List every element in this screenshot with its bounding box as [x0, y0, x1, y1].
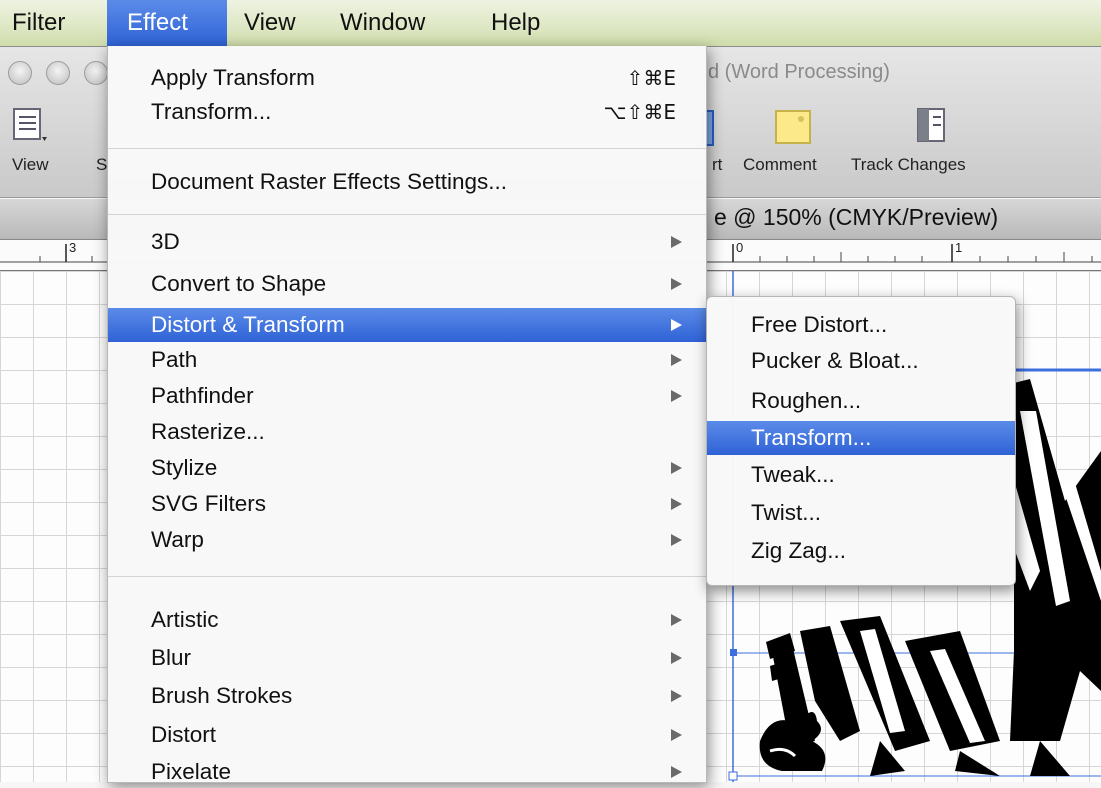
submenu-item-label: Zig Zag...: [751, 538, 847, 563]
menu-item-rasterize[interactable]: Rasterize...: [108, 416, 706, 448]
track-changes-icon[interactable]: [916, 107, 950, 147]
menu-item-shortcut: ⌥⇧⌘E: [603, 100, 676, 124]
menu-item-apply-transform[interactable]: Apply Transform ⇧⌘E: [108, 62, 706, 94]
menu-item-label: Distort: [151, 722, 217, 747]
menu-filter[interactable]: Filter: [0, 0, 77, 46]
menu-item-label: Pixelate: [151, 759, 232, 784]
comment-icon[interactable]: [774, 109, 814, 147]
toolbar-label-track-changes: Track Changes: [851, 155, 966, 174]
menu-item-convert-to-shape[interactable]: Convert to Shape: [108, 268, 706, 300]
menu-item-shortcut: ⇧⌘E: [626, 66, 676, 90]
menu-item-label: Transform...: [151, 99, 272, 124]
menu-help[interactable]: Help: [479, 0, 552, 46]
submenu-arrow-icon: [671, 766, 682, 778]
menu-item-label: Stylize: [151, 455, 218, 480]
ruler-number: 1: [955, 240, 963, 255]
document-tab-title: e @ 150% (CMYK/Preview): [714, 204, 999, 230]
zoom-window-button[interactable]: [84, 61, 108, 85]
ruler-number: 3: [69, 240, 77, 255]
ruler-number: 0: [736, 240, 744, 255]
minimize-window-button[interactable]: [46, 61, 70, 85]
menu-item-label: Rasterize...: [151, 419, 265, 444]
submenu-item-zig-zag[interactable]: Zig Zag...: [707, 535, 1015, 567]
menu-item-blur[interactable]: Blur: [108, 642, 706, 674]
submenu-item-pucker-and-bloat[interactable]: Pucker & Bloat...: [707, 345, 1015, 377]
menu-item-document-raster-effects-settings[interactable]: Document Raster Effects Settings...: [108, 166, 706, 198]
window-title: d (Word Processing): [708, 61, 890, 83]
menu-item-label: Document Raster Effects Settings...: [151, 169, 507, 194]
menu-view[interactable]: View: [232, 0, 308, 46]
menu-effect[interactable]: Effect: [107, 0, 227, 46]
submenu-item-roughen[interactable]: Roughen...: [707, 385, 1015, 417]
menu-item-brush-strokes[interactable]: Brush Strokes: [108, 680, 706, 712]
menu-item-artistic[interactable]: Artistic: [108, 604, 706, 636]
menu-window[interactable]: Window: [328, 0, 437, 46]
menu-item-label: Pathfinder: [151, 383, 254, 408]
submenu-arrow-icon: [671, 614, 682, 626]
menu-item-label: SVG Filters: [151, 491, 267, 516]
submenu-arrow-icon: [671, 534, 682, 546]
submenu-item-label: Twist...: [751, 500, 822, 525]
submenu-arrow-icon: [671, 354, 682, 366]
submenu-item-tweak[interactable]: Tweak...: [707, 459, 1015, 491]
submenu-arrow-icon: [671, 498, 682, 510]
submenu-arrow-icon: [671, 319, 682, 331]
menu-item-distort-and-transform[interactable]: Distort & Transform: [108, 308, 706, 342]
menu-item-svg-filters[interactable]: SVG Filters: [108, 488, 706, 520]
menu-item-label: Path: [151, 347, 198, 372]
submenu-item-twist[interactable]: Twist...: [707, 497, 1015, 529]
submenu-item-transform[interactable]: Transform...: [707, 421, 1015, 455]
submenu-arrow-icon: [671, 462, 682, 474]
menu-item-label: Apply Transform: [151, 65, 315, 90]
menu-separator: [108, 214, 706, 215]
submenu-item-label: Pucker & Bloat...: [751, 348, 919, 373]
menu-item-label: 3D: [151, 229, 180, 254]
submenu-arrow-icon: [671, 729, 682, 741]
submenu-item-label: Transform...: [751, 425, 872, 450]
toolbar-label-comment: Comment: [743, 155, 817, 174]
submenu-arrow-icon: [671, 278, 682, 290]
submenu-arrow-icon: [671, 690, 682, 702]
submenu-item-label: Roughen...: [751, 388, 862, 413]
menu-item-path[interactable]: Path: [108, 344, 706, 376]
menu-item-warp[interactable]: Warp: [108, 524, 706, 556]
menu-item-label: Blur: [151, 645, 192, 670]
submenu-arrow-icon: [671, 390, 682, 402]
close-window-button[interactable]: [8, 61, 32, 85]
menu-item-label: Warp: [151, 527, 204, 552]
menu-item-stylize[interactable]: Stylize: [108, 452, 706, 484]
menu-bar: Filter Effect View Window Help: [0, 0, 1101, 47]
menu-separator: [108, 148, 706, 149]
menu-item-label: Artistic: [151, 607, 219, 632]
toolbar-label-insert: rt: [712, 155, 723, 174]
effect-menu-dropdown: Apply Transform ⇧⌘E Transform... ⌥⇧⌘E Do…: [107, 46, 707, 784]
submenu-arrow-icon: [671, 236, 682, 248]
distort-transform-submenu: Free Distort... Pucker & Bloat... Roughe…: [706, 296, 1016, 586]
toolbar-label-s: S: [96, 155, 108, 174]
menu-item-transform[interactable]: Transform... ⌥⇧⌘E: [108, 96, 706, 128]
submenu-item-label: Free Distort...: [751, 312, 888, 337]
toolbar-label-view: View: [12, 155, 49, 174]
submenu-item-free-distort[interactable]: Free Distort...: [707, 309, 1015, 341]
menu-item-label: Convert to Shape: [151, 271, 327, 296]
menu-item-3d[interactable]: 3D: [108, 226, 706, 258]
menu-item-pathfinder[interactable]: Pathfinder: [108, 380, 706, 412]
menu-item-label: Brush Strokes: [151, 683, 293, 708]
menu-item-pixelate[interactable]: Pixelate: [108, 756, 706, 788]
menu-item-label: Distort & Transform: [151, 312, 345, 337]
menu-separator: [108, 576, 706, 577]
submenu-item-label: Tweak...: [751, 462, 835, 487]
view-icon[interactable]: [12, 107, 52, 147]
submenu-arrow-icon: [671, 652, 682, 664]
menu-item-distort[interactable]: Distort: [108, 719, 706, 751]
